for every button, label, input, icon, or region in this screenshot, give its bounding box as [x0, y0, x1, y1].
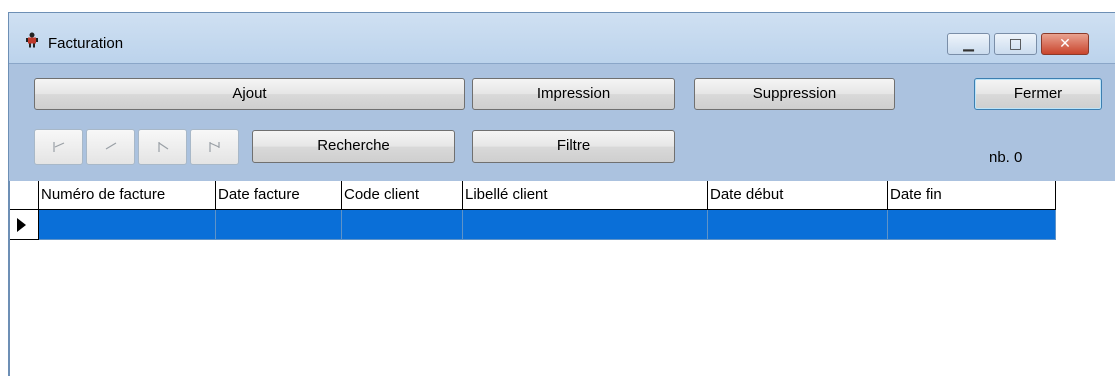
invoice-grid[interactable]: Numéro de facture Date facture Code clie… [9, 181, 1115, 376]
fermer-button[interactable]: Fermer [974, 78, 1102, 110]
column-header-code-client[interactable]: Code client [342, 181, 463, 210]
ajout-button[interactable]: Ajout [34, 78, 465, 110]
impression-button[interactable]: Impression [472, 78, 675, 110]
next-record-icon [157, 142, 168, 152]
minimize-button[interactable]: ▁ [947, 33, 990, 55]
column-header-numero-facture[interactable]: Numéro de facture [39, 181, 216, 210]
app-icon [26, 32, 38, 48]
current-row-indicator[interactable] [10, 210, 39, 240]
column-header-date-fin[interactable]: Date fin [888, 181, 1056, 210]
last-record-button[interactable] [190, 129, 239, 165]
filtre-button[interactable]: Filtre [472, 130, 675, 163]
first-record-icon [52, 142, 64, 152]
close-button[interactable]: ✕ [1041, 33, 1089, 55]
grid-corner-header [10, 181, 39, 210]
suppression-button[interactable]: Suppression [694, 78, 895, 110]
column-header-date-facture[interactable]: Date facture [216, 181, 342, 210]
maximize-button[interactable]: □ [994, 33, 1037, 55]
close-icon: ✕ [1059, 36, 1071, 52]
next-record-button[interactable] [138, 129, 187, 165]
row-pointer-icon [17, 218, 26, 232]
table-cell-date-fin[interactable] [888, 210, 1056, 240]
first-record-button[interactable] [34, 129, 83, 165]
last-record-icon [208, 142, 220, 152]
minimize-icon: ▁ [963, 36, 974, 52]
table-cell-libelle-client[interactable] [463, 210, 708, 240]
column-header-libelle-client[interactable]: Libellé client [463, 181, 708, 210]
title-bar[interactable]: Facturation ▁ □ ✕ [9, 13, 1115, 63]
window-title: Facturation [48, 35, 124, 52]
table-cell-date-debut[interactable] [708, 210, 888, 240]
table-cell-numero-facture[interactable] [39, 210, 216, 240]
maximize-icon: □ [1008, 36, 1023, 52]
previous-record-button[interactable] [86, 129, 135, 165]
table-cell-code-client[interactable] [342, 210, 463, 240]
previous-record-icon [105, 142, 116, 150]
record-count-label: nb. 0 [989, 149, 1023, 166]
recherche-button[interactable]: Recherche [252, 130, 455, 163]
table-cell-date-facture[interactable] [216, 210, 342, 240]
column-header-date-debut[interactable]: Date début [708, 181, 888, 210]
